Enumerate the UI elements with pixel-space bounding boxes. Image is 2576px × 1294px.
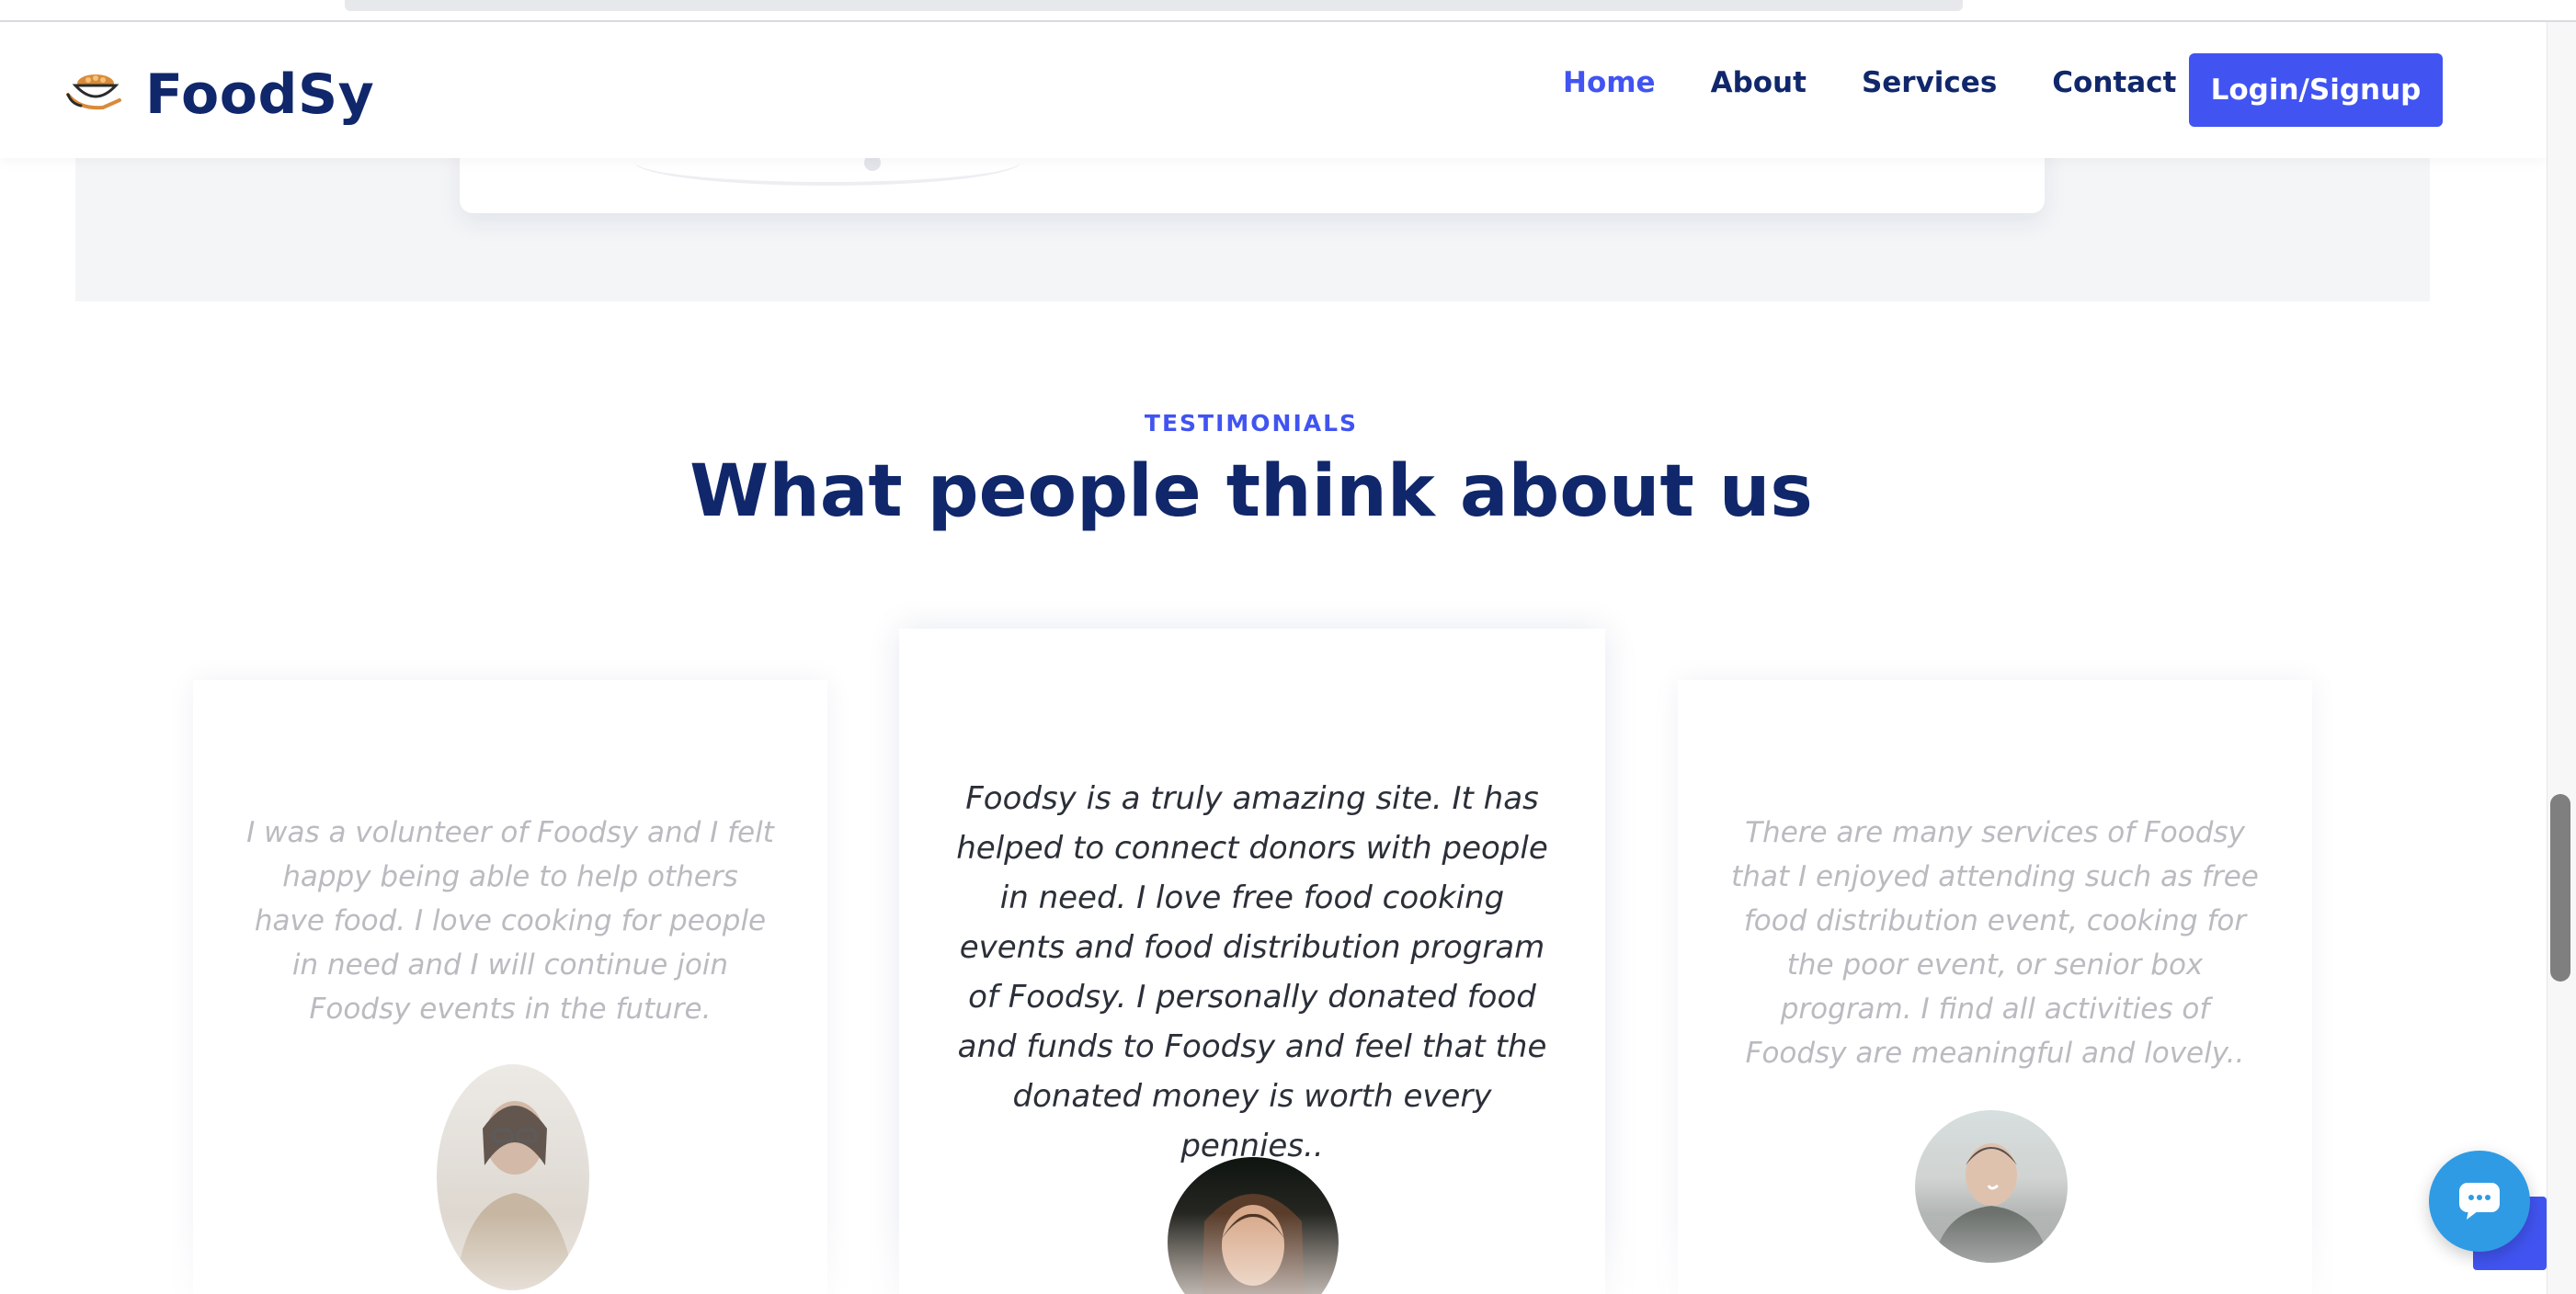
nav-home-link[interactable]: Home — [1563, 66, 1656, 99]
nav-contact-link[interactable]: Contact — [2052, 66, 2176, 99]
login-signup-button[interactable]: Login/Signup — [2189, 53, 2443, 127]
testimonial-quote: There are many services of Foodsy that I… — [1731, 816, 2259, 1070]
page: FoodSy Home About Services Contact Login… — [0, 0, 2576, 1294]
smiling-man-avatar — [1915, 1110, 2068, 1263]
food-bowl-hand-icon — [66, 67, 125, 123]
section-heading: What people think about us — [690, 450, 1813, 533]
testimonial-quote: Foodsy is a truly amazing site. It has h… — [956, 780, 1548, 1164]
nav-services-link[interactable]: Services — [1862, 66, 1997, 99]
chat-bubble-icon[interactable] — [2429, 1151, 2530, 1252]
nav-about-link[interactable]: About — [1711, 66, 1807, 99]
logo[interactable]: FoodSy — [66, 62, 374, 127]
site-header: FoodSy Home About Services Contact Login… — [0, 22, 2547, 158]
testimonial-card-focused[interactable]: Foodsy is a truly amazing site. It has h… — [899, 629, 1605, 1294]
testimonial-quote: I was a volunteer of Foodsy and I felt h… — [246, 816, 774, 1026]
scrollbar-thumb[interactable] — [2550, 794, 2570, 982]
testimonial-card[interactable]: There are many services of Foodsy that I… — [1678, 680, 2312, 1294]
main-nav: Home About Services Contact — [1563, 66, 2231, 99]
scrollbar-track[interactable] — [2547, 22, 2576, 1294]
section-eyebrow: TESTIMONIALS — [1144, 410, 1359, 437]
woman-with-glasses-avatar — [437, 1064, 589, 1290]
brand-name: FoodSy — [145, 62, 375, 127]
testimonial-card[interactable]: I was a volunteer of Foodsy and I felt h… — [193, 680, 827, 1294]
browser-top-strip — [0, 0, 2576, 22]
young-woman-avatar — [1168, 1157, 1339, 1294]
